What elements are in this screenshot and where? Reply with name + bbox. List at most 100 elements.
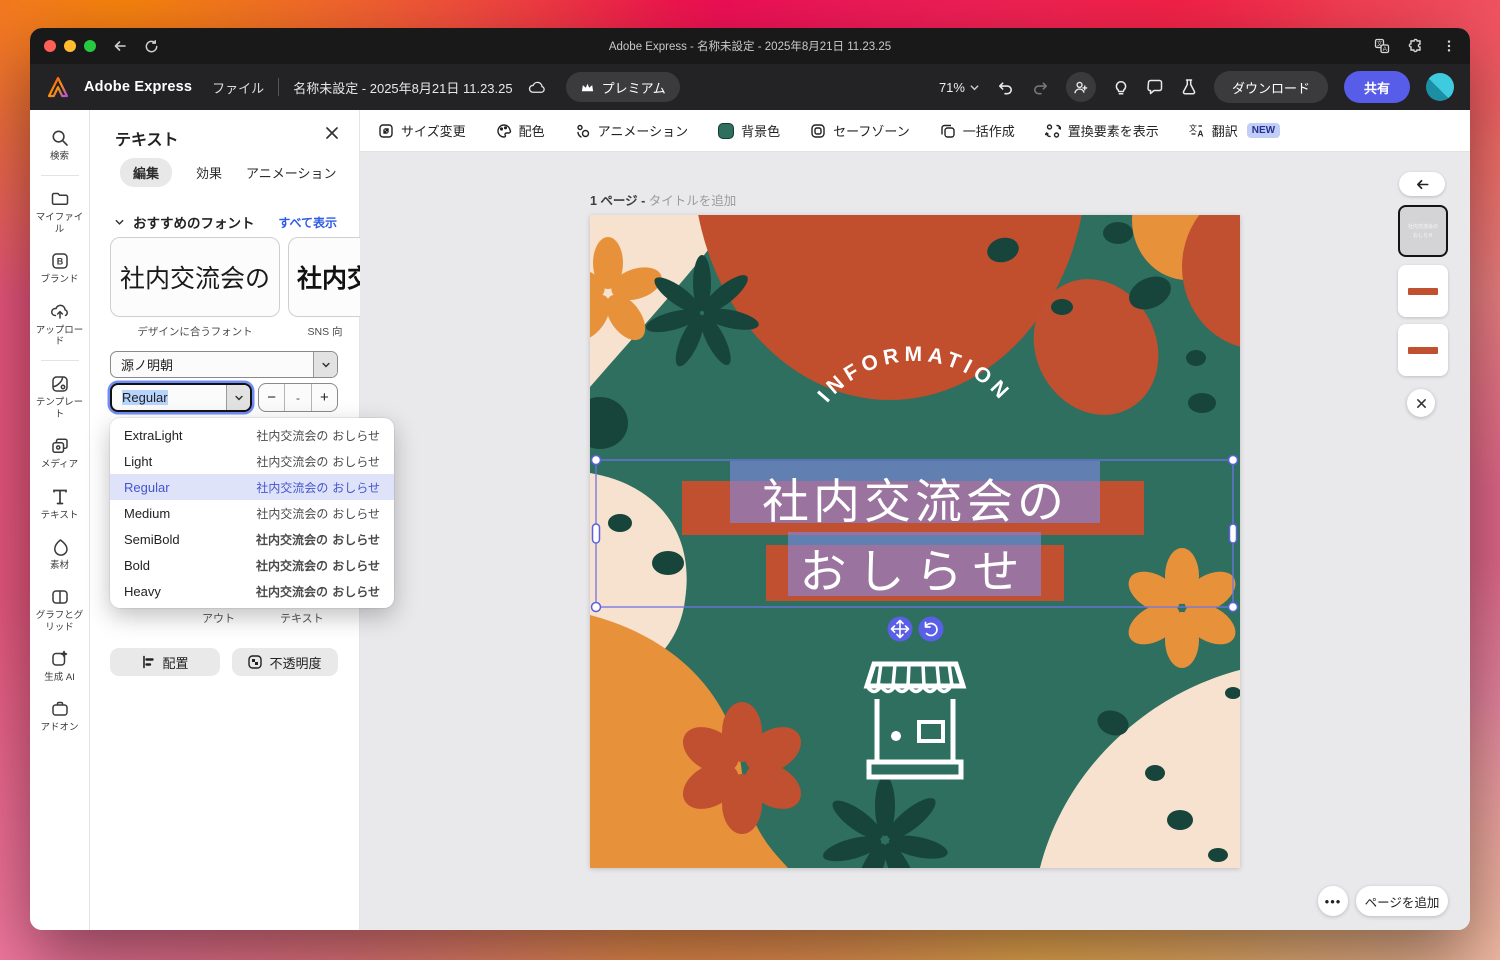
sidebar-item-generative-ai[interactable]: 生成 AI	[32, 649, 88, 683]
align-icon	[141, 655, 155, 669]
rotate-button[interactable]	[919, 617, 944, 642]
adobe-express-logo-icon[interactable]	[46, 75, 70, 99]
browser-translate-icon[interactable]: A文	[1374, 38, 1390, 54]
selection-handle-top-left[interactable]	[592, 456, 601, 465]
sidebar-item-upload[interactable]: アップロード	[32, 302, 88, 348]
font-size-decrease-button[interactable]: −	[259, 384, 284, 411]
page-thumbnail-current[interactable]: 社内交流会の おしらせ	[1398, 205, 1448, 257]
share-button[interactable]: 共有	[1344, 71, 1410, 103]
show-replace-elements-button[interactable]: 置換要素を表示	[1045, 121, 1159, 140]
opacity-button[interactable]: 不透明度	[232, 648, 338, 676]
document-title[interactable]: 名称未設定 - 2025年8月21日 11.23.25	[293, 78, 512, 97]
recommended-fonts-header[interactable]: おすすめのフォント	[114, 212, 255, 232]
beta-flask-icon[interactable]	[1180, 78, 1198, 96]
account-avatar[interactable]	[1426, 73, 1454, 101]
background-color-button[interactable]: 背景色	[718, 121, 780, 140]
selection-handle-bottom-right[interactable]	[1229, 603, 1238, 612]
redo-icon[interactable]	[1031, 78, 1050, 97]
tab-edit[interactable]: 編集	[120, 158, 172, 187]
weight-option-extralight[interactable]: ExtraLight社内交流会の おしらせ	[110, 422, 394, 448]
close-window-button[interactable]	[44, 40, 56, 52]
sidebar-item-text[interactable]: テキスト	[32, 487, 88, 521]
menu-file[interactable]: ファイル	[212, 78, 264, 97]
font-family-value: 源ノ明朝	[111, 355, 313, 374]
premium-button[interactable]: プレミアム	[566, 72, 680, 102]
search-icon	[50, 128, 70, 148]
alignment-button[interactable]: 配置	[110, 648, 220, 676]
sidebar-item-templates[interactable]: テンプレート	[32, 374, 88, 420]
comment-icon[interactable]	[1146, 78, 1164, 96]
translate-button[interactable]: 文A 翻訳 NEW	[1189, 121, 1280, 140]
weight-option-light[interactable]: Light社内交流会の おしらせ	[110, 448, 394, 474]
download-button[interactable]: ダウンロード	[1214, 71, 1328, 103]
document-toolbar: サイズ変更 配色 アニメーション 背景色 セーフゾーン	[360, 110, 1470, 152]
panel-close-icon[interactable]	[325, 126, 339, 140]
sidebar-item-my-files[interactable]: マイファイル	[32, 189, 88, 235]
collapse-pages-button[interactable]	[1399, 172, 1445, 196]
deselect-button[interactable]	[1407, 389, 1435, 417]
weight-option-medium[interactable]: Medium社内交流会の おしらせ	[110, 500, 394, 526]
color-scheme-button[interactable]: 配色	[496, 121, 545, 140]
browser-menu-kebab-icon[interactable]	[1442, 39, 1456, 53]
undo-icon[interactable]	[996, 78, 1015, 97]
design-canvas[interactable]: INFORMATION 社内交流会の おしらせ	[590, 215, 1240, 868]
sidebar-item-search[interactable]: 検索	[32, 128, 88, 162]
add-page-button[interactable]: ページを追加	[1356, 886, 1448, 916]
weight-option-bold[interactable]: Bold社内交流会の おしらせ	[110, 552, 394, 578]
safe-zone-button[interactable]: セーフゾーン	[810, 121, 910, 140]
browser-extensions-icon[interactable]	[1408, 38, 1424, 54]
palette-icon	[496, 123, 512, 139]
brand-icon: B	[50, 251, 70, 271]
bulk-create-button[interactable]: 一括作成	[940, 121, 1015, 140]
sidebar-item-grids[interactable]: グラフとグリッド	[32, 587, 88, 633]
animation-button[interactable]: アニメーション	[575, 121, 688, 140]
show-all-link[interactable]: すべて表示	[278, 214, 337, 231]
svg-text:A: A	[1197, 128, 1203, 138]
resize-button[interactable]: サイズ変更	[378, 121, 466, 140]
headline-line2[interactable]: おしらせ	[799, 545, 1030, 600]
selection-handle-left[interactable]	[593, 524, 600, 543]
font-card-sns[interactable]: 社内交	[288, 237, 360, 317]
resize-icon	[378, 123, 394, 139]
zoom-control[interactable]: 71%	[939, 80, 980, 95]
font-card-design-match[interactable]: 社内交流会の	[110, 237, 280, 317]
tab-animation[interactable]: アニメーション	[246, 163, 336, 182]
maximize-window-button[interactable]	[84, 40, 96, 52]
weight-option-regular[interactable]: Regular社内交流会の おしらせ	[110, 474, 394, 500]
template-icon	[50, 374, 70, 394]
selection-handle-bottom-left[interactable]	[592, 603, 601, 612]
zoom-level: 71%	[939, 80, 965, 95]
more-options-button[interactable]: •••	[1318, 886, 1348, 916]
font-weight-value: Regular	[122, 390, 168, 405]
minimize-window-button[interactable]	[64, 40, 76, 52]
crown-icon	[580, 80, 595, 95]
page-thumbnail-3[interactable]	[1398, 324, 1448, 376]
browser-reload-icon[interactable]	[144, 39, 159, 54]
sidebar-item-media[interactable]: メディア	[32, 436, 88, 470]
selection-handle-top-right[interactable]	[1229, 456, 1238, 465]
sidebar-item-elements[interactable]: 素材	[32, 537, 88, 571]
font-card-caption: デザインに合うフォント	[110, 324, 280, 339]
page-thumbnail-2[interactable]	[1398, 265, 1448, 317]
lightbulb-icon[interactable]	[1112, 78, 1130, 96]
cloud-sync-icon[interactable]	[527, 78, 546, 97]
selection-handle-right[interactable]	[1230, 524, 1237, 543]
addon-icon	[50, 699, 70, 719]
move-button[interactable]	[888, 617, 913, 642]
tab-effects[interactable]: 効果	[196, 163, 222, 182]
opacity-icon	[248, 655, 262, 669]
headline-line1[interactable]: 社内交流会の	[762, 475, 1068, 530]
share-label: 共有	[1364, 78, 1390, 97]
font-weight-select[interactable]: Regular	[110, 383, 252, 412]
font-size-value[interactable]: -	[284, 384, 310, 411]
font-size-increase-button[interactable]: +	[311, 384, 337, 411]
add-collaborator-button[interactable]	[1066, 72, 1096, 102]
sidebar-item-brand[interactable]: B ブランド	[32, 251, 88, 285]
browser-back-icon[interactable]	[112, 38, 128, 54]
weight-option-semibold[interactable]: SemiBold社内交流会の おしらせ	[110, 526, 394, 552]
sidebar-item-addons[interactable]: アドオン	[32, 699, 88, 733]
weight-option-heavy[interactable]: Heavy社内交流会の おしらせ	[110, 578, 394, 604]
font-family-select[interactable]: 源ノ明朝	[110, 351, 338, 378]
page-label[interactable]: 1 ページ - タイトルを追加	[590, 190, 736, 209]
chevron-down-icon	[226, 385, 250, 410]
